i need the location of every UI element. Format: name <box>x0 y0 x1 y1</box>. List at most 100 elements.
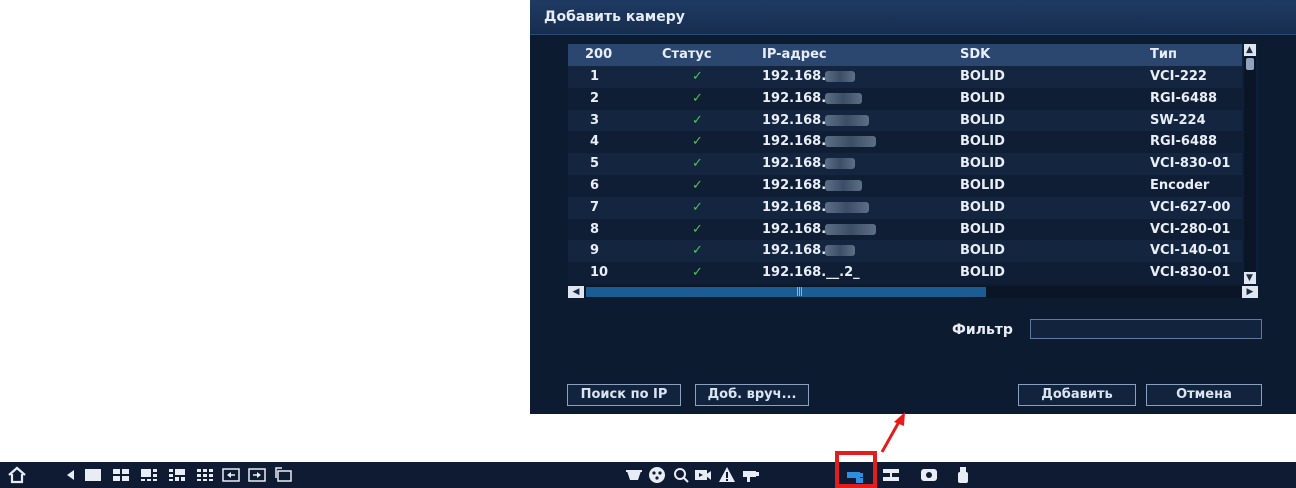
col-sdk[interactable]: SDK <box>960 47 990 62</box>
table-row[interactable]: 5 ✓ 192.168. BOLID VCI-830-01 <box>568 153 1242 176</box>
layout-next-icon[interactable] <box>248 466 266 484</box>
table-row[interactable]: 10 ✓ 192.168.__.2_ BOLID VCI-830-01 <box>568 262 1242 285</box>
layout-8-icon[interactable] <box>168 466 186 484</box>
color-icon[interactable] <box>648 466 666 484</box>
blurred-ip-segment <box>825 136 876 148</box>
layout-9-icon[interactable] <box>196 466 214 484</box>
status-check-icon: ✓ <box>692 265 703 281</box>
home-icon[interactable] <box>8 466 26 484</box>
camera-table: 200 Статус IP-адрес SDK Тип 1 ✓ 192.168. BO… <box>568 44 1258 285</box>
scroll-down-button[interactable]: ▼ <box>1244 272 1256 284</box>
row-ip: 192.168. <box>762 221 827 237</box>
table-row[interactable]: 2 ✓ 192.168. BOLID RGI-6488 <box>568 87 1242 110</box>
row-type: SW-224 <box>1150 112 1206 128</box>
scroll-up-button[interactable]: ▲ <box>1244 44 1256 56</box>
scroll-left-button[interactable]: ◀ <box>568 286 584 298</box>
status-check-icon: ✓ <box>692 156 703 172</box>
row-sdk: BOLID <box>960 199 1005 215</box>
playback-icon[interactable] <box>694 466 712 484</box>
alarm-icon[interactable] <box>718 466 736 484</box>
row-sdk: BOLID <box>960 221 1005 237</box>
row-sdk: BOLID <box>960 69 1005 84</box>
row-number: 9 <box>590 243 600 259</box>
blurred-ip-segment <box>825 71 855 82</box>
row-number: 7 <box>590 199 600 215</box>
horizontal-scrollbar[interactable]: ◀ ||| ▶ <box>568 286 1258 298</box>
camera-icon[interactable] <box>742 466 760 484</box>
dialog-title-bar: Добавить камеру <box>530 0 1296 35</box>
layout-4-icon[interactable] <box>112 466 130 484</box>
taskbar <box>0 462 1296 488</box>
scroll-thumb[interactable] <box>1246 58 1254 70</box>
row-type: RGI-6488 <box>1150 134 1218 150</box>
layout-custom-icon[interactable] <box>274 466 292 484</box>
row-type: Encoder <box>1150 178 1210 193</box>
row-sdk: BOLID <box>960 243 1005 259</box>
table-row[interactable]: 8 ✓ 192.168. BOLID VCI-280-01 <box>568 218 1242 241</box>
row-ip: 192.168.__.2_ <box>762 265 860 281</box>
layout-prev-icon[interactable] <box>222 466 240 484</box>
add-button[interactable]: Добавить <box>1018 384 1136 406</box>
hdd-icon[interactable] <box>920 466 938 484</box>
table-row[interactable]: 3 ✓ 192.168. BOLID SW-224 <box>568 109 1242 132</box>
table-row[interactable]: 6 ✓ 192.168. BOLID Encoder <box>568 175 1242 197</box>
status-check-icon: ✓ <box>692 221 703 237</box>
row-number: 3 <box>590 112 600 128</box>
col-count[interactable]: 200 <box>585 47 612 62</box>
vertical-scrollbar[interactable]: ▲ ▼ <box>1244 44 1256 284</box>
table-row[interactable]: 4 ✓ 192.168. BOLID RGI-6488 <box>568 131 1242 154</box>
row-sdk: BOLID <box>960 90 1005 106</box>
back-icon[interactable] <box>62 466 80 484</box>
row-ip: 192.168. <box>762 199 827 215</box>
status-check-icon: ✓ <box>692 178 703 193</box>
row-number: 5 <box>590 156 600 172</box>
status-check-icon: ✓ <box>692 90 703 106</box>
status-check-icon: ✓ <box>692 199 703 215</box>
row-type: VCI-830-01 <box>1150 156 1231 172</box>
search-icon[interactable] <box>672 466 690 484</box>
row-type: VCI-222 <box>1150 69 1207 84</box>
manual-add-button[interactable]: Доб. вруч... <box>695 384 809 406</box>
blurred-ip-segment <box>825 92 862 104</box>
layout-6-icon[interactable] <box>140 466 158 484</box>
table-row[interactable]: 7 ✓ 192.168. BOLID VCI-627-00 <box>568 196 1242 219</box>
h-scroll-thumb[interactable]: ||| <box>586 287 986 297</box>
row-ip: 192.168. <box>762 243 827 259</box>
blurred-ip-segment <box>825 158 855 170</box>
blurred-ip-segment <box>825 180 862 191</box>
search-ip-button[interactable]: Поиск по IP <box>567 384 681 406</box>
usb-icon[interactable] <box>954 466 972 484</box>
row-number: 6 <box>590 178 600 193</box>
row-ip: 192.168. <box>762 69 827 84</box>
row-number: 1 <box>590 69 600 84</box>
highlight-box <box>835 451 877 488</box>
row-sdk: BOLID <box>960 134 1005 150</box>
row-number: 4 <box>590 134 600 150</box>
status-check-icon: ✓ <box>692 134 703 150</box>
row-type: VCI-830-01 <box>1150 265 1231 281</box>
row-type: VCI-627-00 <box>1150 199 1231 215</box>
blurred-ip-segment <box>825 223 876 235</box>
ptz-icon[interactable] <box>625 466 643 484</box>
dialog-title: Добавить камеру <box>544 9 685 25</box>
status-check-icon: ✓ <box>692 112 703 128</box>
cancel-button[interactable]: Отмена <box>1146 384 1262 406</box>
col-ip[interactable]: IP-адрес <box>762 47 827 62</box>
row-sdk: BOLID <box>960 112 1005 128</box>
network-icon[interactable] <box>882 466 900 484</box>
col-type[interactable]: Тип <box>1150 47 1177 62</box>
scroll-right-button[interactable]: ▶ <box>1242 286 1258 298</box>
row-type: RGI-6488 <box>1150 90 1218 106</box>
row-number: 10 <box>590 265 609 281</box>
table-header: 200 Статус IP-адрес SDK Тип <box>568 44 1242 66</box>
layout-1-icon[interactable] <box>84 466 102 484</box>
filter-input[interactable] <box>1030 319 1262 339</box>
blurred-ip-segment <box>825 201 869 213</box>
row-sdk: BOLID <box>960 178 1005 193</box>
row-type: VCI-280-01 <box>1150 221 1231 237</box>
annotation-arrow-icon <box>880 412 905 453</box>
table-row[interactable]: 9 ✓ 192.168. BOLID VCI-140-01 <box>568 240 1242 263</box>
table-row[interactable]: 1 ✓ 192.168. BOLID VCI-222 <box>568 66 1242 88</box>
col-status[interactable]: Статус <box>662 47 712 62</box>
add-camera-dialog: Добавить камеру 200 Статус IP-адрес SDK … <box>530 0 1296 414</box>
